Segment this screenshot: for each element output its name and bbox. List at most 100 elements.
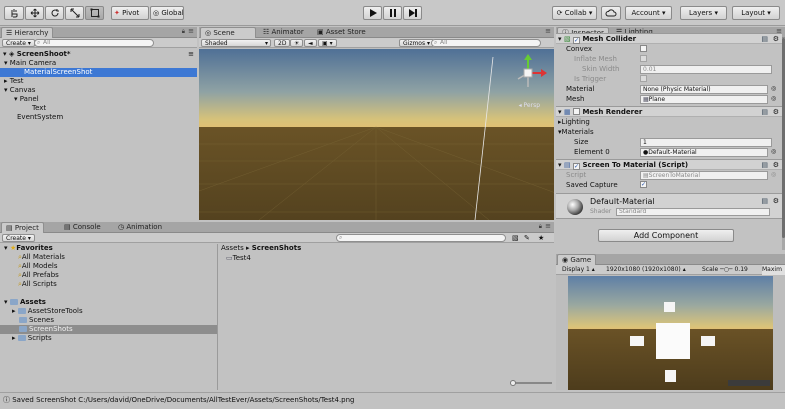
scale-tool-button[interactable] [65, 6, 84, 20]
asset-file-item[interactable]: ▭Test4 [226, 254, 251, 263]
scene-search-input[interactable]: ⌕ All [431, 39, 541, 47]
screen-to-material-header[interactable]: ▾ ▤ ✓ Screen To Material (Script) ▤ ⚙ [556, 159, 782, 170]
help-book-icon[interactable]: ▤ [761, 107, 768, 117]
object-picker-icon[interactable]: ◎ [771, 85, 776, 92]
tab-animation[interactable]: ◷ Animation [114, 222, 166, 233]
object-picker-icon[interactable]: ◎ [771, 171, 776, 178]
maximize-toggle[interactable]: Maxim [762, 265, 785, 275]
step-button[interactable] [403, 6, 422, 20]
saved-capture-checkbox[interactable]: ✓ [640, 181, 647, 188]
favorites-folder[interactable]: ▾ ★Favorites [4, 244, 53, 253]
breadcrumb-root[interactable]: Assets [221, 244, 244, 252]
project-create-button[interactable]: Create ▾ [2, 234, 35, 242]
element0-field[interactable]: ●Default-Material [640, 148, 768, 157]
hierarchy-search-input[interactable]: ⌕ All [34, 39, 154, 47]
filter-type-icon[interactable]: ▧ [512, 234, 519, 242]
hierarchy-item-eventsystem[interactable]: EventSystem [17, 113, 63, 122]
lighting-foldout[interactable]: ▸Lighting [558, 117, 590, 127]
orientation-gizmo-icon[interactable] [508, 53, 548, 93]
mesh-field[interactable]: ▦Plane [640, 95, 768, 104]
favorite-item[interactable]: ⌕All Materials [18, 253, 65, 262]
pause-button[interactable] [383, 6, 402, 20]
shader-dropdown[interactable]: Standard [616, 208, 770, 216]
account-dropdown[interactable]: Account ▾ [625, 6, 672, 20]
shading-mode-dropdown[interactable]: Shaded ▾ [201, 39, 271, 47]
display-dropdown[interactable]: Display 1 ▴ [562, 265, 595, 275]
tab-scene[interactable]: ◎ Scene [200, 27, 256, 38]
star-icon[interactable]: ★ [538, 234, 544, 242]
help-book-icon[interactable]: ▤ [761, 197, 768, 205]
hierarchy-create-button[interactable]: Create ▾ [2, 39, 35, 47]
gear-icon[interactable]: ⚙ [773, 107, 779, 117]
rotate-tool-button[interactable] [45, 6, 64, 20]
hierarchy-item-test[interactable]: ▸ Test [4, 77, 24, 86]
hierarchy-item-materialscreenshot[interactable]: MaterialScreenShot [0, 68, 197, 77]
physic-material-field[interactable]: None (Physic Material) [640, 85, 768, 94]
menu-icon[interactable]: ≡ [545, 27, 551, 35]
favorite-item[interactable]: ⌕All Models [18, 262, 58, 271]
tab-project[interactable]: ▤ Project [1, 222, 44, 233]
help-book-icon[interactable]: ▤ [761, 34, 768, 44]
lock-icon[interactable]: 🔒︎ [539, 223, 542, 231]
gizmos-dropdown[interactable]: Gizmos ▾ [399, 39, 435, 47]
game-viewport[interactable] [568, 276, 773, 390]
lighting-toggle[interactable]: ☀ [290, 39, 304, 47]
help-book-icon[interactable]: ▤ [761, 160, 768, 170]
mesh-renderer-header[interactable]: ▾ ▦ Mesh Renderer ▤ ⚙ [556, 106, 782, 117]
script-field[interactable]: ▤ScreenToMaterial [640, 171, 768, 180]
hierarchy-item-canvas[interactable]: ▾ Canvas [4, 86, 35, 95]
scene-root[interactable]: ▾ ◈ ScreenShoot* ≡ [0, 50, 197, 59]
is-trigger-checkbox[interactable] [640, 75, 647, 82]
global-toggle[interactable]: ◎ Global [150, 6, 184, 20]
effects-dropdown[interactable]: ▣ ▾ [318, 39, 337, 47]
tab-asset-store[interactable]: ▣ Asset Store [313, 27, 370, 38]
audio-toggle[interactable]: ◄ [304, 39, 317, 47]
favorite-item[interactable]: ⌕All Prefabs [18, 271, 59, 280]
mesh-renderer-enabled-checkbox[interactable] [573, 108, 581, 115]
material-preview[interactable]: Default-Material Shader Standard ▤ ⚙ [556, 193, 782, 219]
gear-icon[interactable]: ⚙ [773, 197, 779, 205]
tab-hierarchy[interactable]: ☰ Hierarchy [1, 27, 54, 38]
gear-icon[interactable]: ⚙ [773, 34, 779, 44]
skin-width-field[interactable]: 0.01 [640, 65, 772, 74]
lock-icon[interactable]: 🔒︎ [182, 28, 185, 36]
cloud-button[interactable] [601, 6, 621, 20]
filter-label-icon[interactable]: ✎ [524, 234, 530, 242]
resolution-dropdown[interactable]: 1920x1080 (1920x1080) ▴ [606, 265, 686, 275]
project-search-input[interactable]: ⌕ [336, 234, 506, 242]
play-button[interactable] [363, 6, 382, 20]
menu-icon[interactable]: ≡ [545, 222, 551, 230]
breadcrumb-leaf[interactable]: ScreenShots [252, 244, 301, 252]
asset-folder-item[interactable]: Scenes [19, 316, 54, 325]
gear-icon[interactable]: ⚙ [773, 160, 779, 170]
menu-icon[interactable]: ≡ [188, 50, 194, 59]
collab-dropdown[interactable]: ⟳ Collab ▾ [552, 6, 597, 20]
menu-icon[interactable]: ≡ [188, 27, 194, 35]
asset-folder-item[interactable]: ▸ Scripts [12, 334, 52, 343]
scale-slider[interactable]: Scale ─○─ 0.19 [702, 265, 748, 275]
slider-knob[interactable] [510, 380, 516, 386]
move-tool-button[interactable] [25, 6, 44, 20]
materials-size-field[interactable]: 1 [640, 138, 772, 147]
2d-toggle[interactable]: 2D [274, 39, 291, 47]
mesh-collider-header[interactable]: ▾ ▧ ✓ Mesh Collider ▤ ⚙ [556, 33, 782, 44]
asset-folder-item[interactable]: ▸ AssetStoreTools [12, 307, 83, 316]
add-component-button[interactable]: Add Component [598, 229, 734, 242]
assets-folder[interactable]: ▾ Assets [4, 298, 46, 307]
hand-tool-button[interactable] [4, 6, 24, 20]
convex-checkbox[interactable] [640, 45, 647, 52]
hierarchy-item-main-camera[interactable]: ▾ Main Camera [4, 59, 56, 68]
object-picker-icon[interactable]: ◎ [771, 148, 776, 155]
layout-dropdown[interactable]: Layout ▾ [732, 6, 780, 20]
status-bar[interactable]: ⓘ Saved ScreenShot C:/Users/david/OneDri… [0, 392, 785, 409]
rect-tool-button[interactable] [85, 6, 104, 20]
materials-foldout[interactable]: ▾Materials [558, 127, 594, 137]
screen-to-material-enabled-checkbox[interactable]: ✓ [573, 163, 581, 170]
asset-folder-item-selected[interactable]: ScreenShots [0, 325, 217, 334]
tab-animator[interactable]: ☷ Animator [259, 27, 308, 38]
icon-size-slider[interactable] [510, 380, 552, 386]
tab-game[interactable]: ◉ Game [557, 254, 597, 265]
persp-label[interactable]: ◂ Persp [519, 102, 540, 109]
layers-dropdown[interactable]: Layers ▾ [680, 6, 727, 20]
hierarchy-item-text[interactable]: Text [32, 104, 46, 113]
